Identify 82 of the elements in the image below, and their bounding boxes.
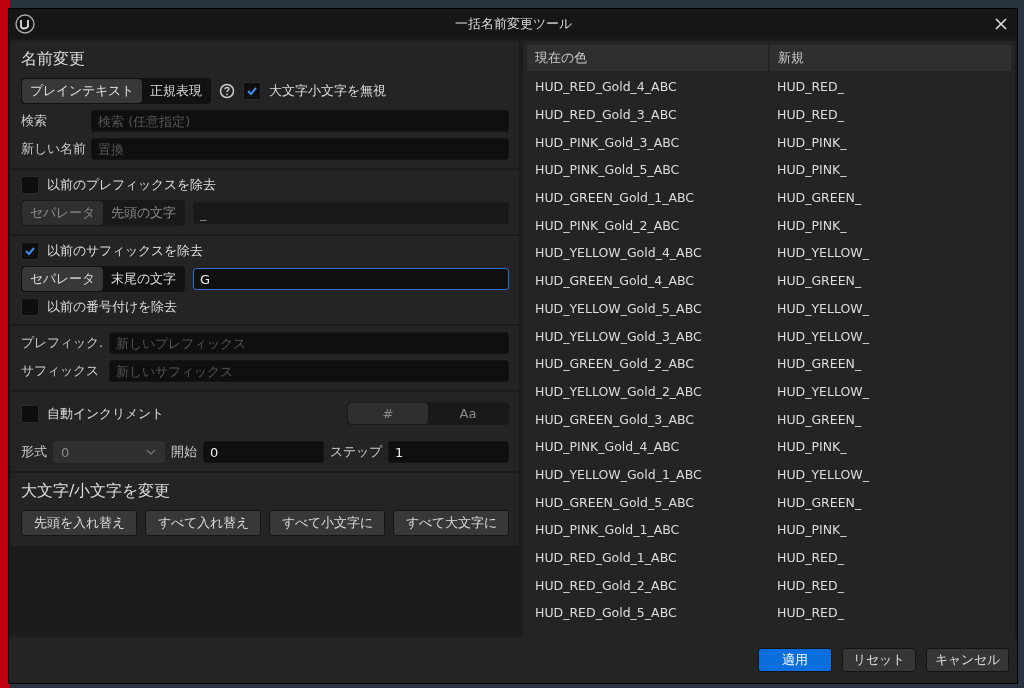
checkbox-label: 以前のサフィックスを除去 — [47, 242, 203, 260]
case-button[interactable]: 先頭を入れ替え — [21, 510, 137, 536]
checkbox[interactable] — [243, 82, 261, 100]
table-cell-text: HUD_GREEN_ — [776, 411, 863, 427]
checkmark-icon — [246, 85, 258, 97]
table-cell-text: HUD_YELLOW_ — [776, 300, 870, 316]
table-cell-text: HUD_GREEN_Gold_4_ABC — [534, 273, 696, 289]
dialog-button[interactable]: リセット — [842, 648, 916, 672]
checkbox-label: 以前の番号付けを除去 — [47, 298, 177, 316]
table-cell-text: HUD_YELLOW_ — [776, 466, 870, 482]
field-label: 開始 — [171, 443, 197, 461]
table-cell-text: HUD_RED_Gold_4_ABC — [534, 79, 678, 95]
table-cell-text: HUD_PINK_Gold_5_ABC — [534, 162, 681, 178]
table-cell-text: HUD_PINK_ — [776, 522, 848, 538]
text-field[interactable]: 検索 (任意指定) — [91, 110, 509, 132]
table-cell-text: HUD_GREEN_Gold_5_ABC — [534, 494, 696, 510]
table-cell-text: HUD_YELLOW_ — [776, 328, 870, 344]
case-button[interactable]: すべて小文字に — [269, 510, 385, 536]
table-cell-text: HUD_GREEN_Gold_1_ABC — [534, 190, 696, 206]
checkbox-label: 大文字小文字を無視 — [269, 82, 386, 100]
dialog-button[interactable]: 適用 — [758, 648, 832, 672]
table-cell-text: HUD_RED_Gold_1_ABC — [534, 550, 678, 566]
table-cell-text: HUD_RED_Gold_3_ABC — [534, 107, 678, 123]
table-cell-text: HUD_PINK_Gold_1_ABC — [534, 522, 681, 538]
mode-tab[interactable]: セパレータ — [22, 267, 103, 291]
table-cell-text: HUD_GREEN_Gold_2_ABC — [534, 356, 696, 372]
section-title: 大文字/小文字を変更 — [21, 480, 172, 502]
table-cell-text: HUD_GREEN_ — [776, 494, 863, 510]
text-field[interactable]: 新しいプレフィックス — [109, 332, 509, 354]
table-cell-text: HUD_YELLOW_Gold_2_ABC — [534, 383, 703, 399]
table-cell-text: HUD_RED_ — [776, 550, 845, 566]
table-cell-text: HUD_RED_Gold_5_ABC — [534, 605, 678, 621]
section-title: 名前変更 — [21, 48, 86, 70]
checkbox[interactable] — [21, 242, 39, 260]
checkbox[interactable] — [21, 298, 39, 316]
table-cell-text: HUD_PINK_Gold_4_ABC — [534, 439, 681, 455]
chevron-down-icon — [145, 448, 157, 456]
checkbox-label: 以前のプレフィックスを除去 — [47, 176, 216, 194]
table-cell-text: HUD_RED_ — [776, 107, 845, 123]
table-cell-text: HUD_GREEN_Gold_3_ABC — [534, 411, 696, 427]
table-cell-text: HUD_PINK_Gold_3_ABC — [534, 134, 681, 150]
table-cell-text: HUD_PINK_ — [776, 217, 848, 233]
close-icon — [995, 18, 1007, 30]
table-cell-text: HUD_GREEN_ — [776, 273, 863, 289]
field-label: 検索 — [21, 112, 48, 130]
field-label: ステップ — [330, 443, 382, 461]
field-label: 形式 — [21, 443, 47, 461]
table-cell-text: HUD_RED_ — [776, 79, 845, 95]
table-cell-text: HUD_RED_ — [776, 605, 845, 621]
help-icon[interactable] — [219, 83, 235, 99]
field-label: プレフィック. — [21, 334, 105, 352]
checkbox-label: 自動インクリメント — [47, 404, 164, 423]
field-label: サフィックス — [21, 362, 100, 380]
text-field[interactable]: G — [193, 268, 509, 290]
table-cell-text: HUD_YELLOW_Gold_5_ABC — [534, 300, 703, 316]
table-cell-text: HUD_YELLOW_Gold_3_ABC — [534, 328, 703, 344]
case-button[interactable]: すべて大文字に — [393, 510, 509, 536]
table-cell-text: HUD_PINK_Gold_2_ABC — [534, 217, 681, 233]
table-cell-text: HUD_YELLOW_ — [776, 383, 870, 399]
table-cell-text: HUD_PINK_ — [776, 162, 848, 178]
field-label: 新しい名前 — [21, 140, 87, 158]
table-cell-text: HUD_RED_ — [776, 577, 845, 593]
table-cell-text: HUD_GREEN_ — [776, 190, 863, 206]
table-cell-text: HUD_RED_Gold_2_ABC — [534, 577, 678, 593]
table-cell-text: HUD_GREEN_ — [776, 356, 863, 372]
dialog-button[interactable]: キャンセル — [926, 648, 1009, 672]
column-header[interactable]: 現在の色 — [527, 45, 768, 71]
table-cell-text: HUD_YELLOW_Gold_4_ABC — [534, 245, 703, 261]
text-field[interactable]: 置換 — [91, 138, 509, 160]
table-cell-text: HUD_YELLOW_ — [776, 245, 870, 261]
table-cell-text: HUD_YELLOW_Gold_1_ABC — [534, 466, 703, 482]
checkmark-icon — [24, 245, 36, 257]
mode-tab[interactable]: 正規表現 — [142, 79, 210, 103]
column-header[interactable]: 新規 — [770, 45, 1011, 71]
window-title: 一括名前変更ツール — [453, 15, 573, 33]
table-cell-text: HUD_PINK_ — [776, 439, 848, 455]
case-button[interactable]: すべて入れ替え — [145, 510, 261, 536]
logo-icon — [15, 14, 35, 34]
mode-tab[interactable]: 末尾の文字 — [103, 267, 184, 291]
table-cell-text: HUD_PINK_ — [776, 134, 848, 150]
mode-tab[interactable]: プレインテキスト — [22, 79, 142, 103]
text-field[interactable]: 新しいサフィックス — [109, 360, 509, 382]
